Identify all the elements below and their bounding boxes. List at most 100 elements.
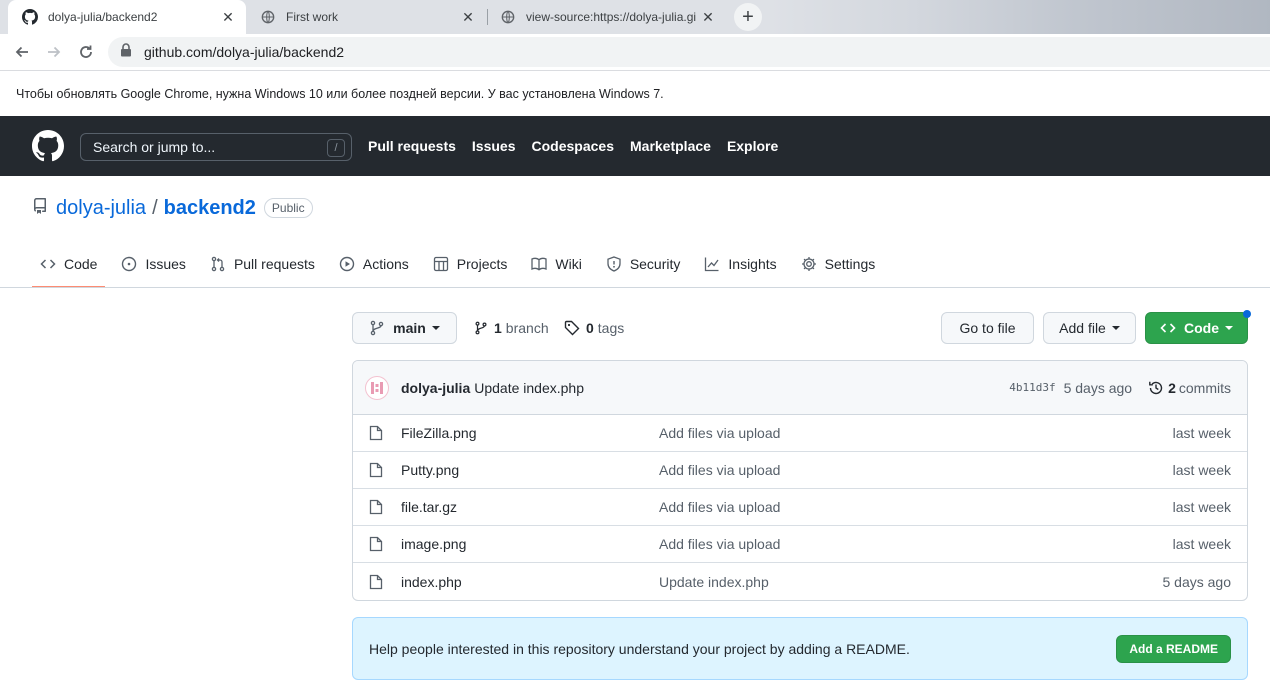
tab-security[interactable]: Security	[598, 240, 689, 288]
tags-link[interactable]: 0 tags	[564, 316, 624, 340]
graph-icon	[705, 257, 719, 272]
code-icon	[40, 259, 56, 269]
play-icon	[339, 256, 355, 272]
file-age: 5 days ago	[1162, 573, 1232, 590]
close-tab-icon[interactable]: ✕	[460, 9, 476, 25]
branch-label: branch	[505, 320, 549, 336]
add-file-button[interactable]: Add file	[1043, 312, 1136, 344]
tab-projects[interactable]: Projects	[425, 240, 516, 288]
file-row[interactable]: Putty.png Add files via upload last week	[353, 452, 1247, 489]
file-row[interactable]: FileZilla.png Add files via upload last …	[353, 415, 1247, 452]
notification-dot	[1243, 310, 1251, 318]
branch-count: 1	[494, 320, 502, 336]
tab-label: Issues	[145, 256, 186, 272]
address-bar[interactable]: github.com/dolya-julia/backend2	[108, 37, 1270, 67]
file-row[interactable]: file.tar.gz Add files via upload last we…	[353, 489, 1247, 526]
repo-tabs-divider	[0, 287, 1270, 288]
tab-insights[interactable]: Insights	[696, 240, 784, 288]
github-icon	[22, 9, 38, 25]
tab-code[interactable]: Code	[32, 240, 106, 288]
file-commit-message-link[interactable]: Add files via upload	[659, 499, 1173, 515]
tab-settings[interactable]: Settings	[793, 240, 884, 288]
global-nav: Pull requests Issues Codespaces Marketpl…	[368, 116, 794, 176]
new-tab-button[interactable]: +	[734, 3, 762, 31]
file-commit-message-link[interactable]: Add files via upload	[659, 536, 1173, 552]
commit-message-link[interactable]: Update index.php	[474, 380, 584, 396]
chevron-down-icon	[431, 326, 440, 330]
tab-pull-requests[interactable]: Pull requests	[202, 240, 323, 288]
file-name-link[interactable]: image.png	[401, 536, 659, 552]
file-age: last week	[1172, 462, 1231, 478]
browser-toolbar: github.com/dolya-julia/backend2	[0, 34, 1270, 71]
window-background	[770, 0, 1270, 34]
nav-issues[interactable]: Issues	[472, 138, 516, 154]
nav-marketplace[interactable]: Marketplace	[630, 138, 711, 154]
commit-sha-link[interactable]: 4b11d3f	[1009, 381, 1055, 394]
close-tab-icon[interactable]: ✕	[220, 9, 236, 25]
history-icon	[1149, 381, 1163, 394]
code-button-label: Code	[1184, 320, 1219, 336]
repo-owner-link[interactable]: dolya-julia	[56, 197, 146, 220]
file-commit-message-link[interactable]: Add files via upload	[659, 425, 1173, 441]
reload-icon[interactable]	[74, 40, 98, 64]
github-logo-icon[interactable]	[32, 130, 64, 162]
nav-explore[interactable]: Explore	[727, 138, 778, 154]
tag-label: tags	[597, 320, 625, 336]
file-row[interactable]: image.png Add files via upload last week	[353, 526, 1247, 563]
file-commit-message-link[interactable]: Update index.php	[659, 574, 1163, 590]
book-icon	[531, 257, 548, 271]
issue-icon	[122, 256, 137, 272]
tab-view-source[interactable]: view-source:https://dolya-julia.gi ✕	[486, 0, 726, 34]
repo-title: dolya-julia / backend2 Public	[32, 196, 313, 220]
shield-icon	[607, 256, 621, 272]
file-row[interactable]: index.php Update index.php 5 days ago	[353, 563, 1247, 600]
chevron-down-icon	[1225, 326, 1233, 330]
file-name-link[interactable]: FileZilla.png	[401, 425, 659, 441]
file-name-link[interactable]: file.tar.gz	[401, 499, 659, 515]
add-readme-button[interactable]: Add a README	[1116, 634, 1231, 663]
file-name-link[interactable]: index.php	[401, 574, 659, 590]
tag-count: 0	[586, 320, 594, 336]
nav-codespaces[interactable]: Codespaces	[532, 138, 614, 154]
tab-title: view-source:https://dolya-julia.gi	[526, 10, 697, 24]
add-file-label: Add file	[1059, 320, 1106, 336]
file-commit-message-link[interactable]: Add files via upload	[659, 462, 1173, 478]
tab-first-work[interactable]: First work ✕	[246, 0, 486, 34]
branch-select-button[interactable]: main	[352, 312, 457, 344]
readme-banner-text: Help people interested in this repositor…	[369, 640, 910, 657]
commit-age: 5 days ago	[1063, 379, 1133, 396]
code-icon	[1160, 323, 1176, 333]
commits-link[interactable]: 2 commits	[1148, 380, 1231, 396]
repo-tabs: Code Issues Pull requests Actions Projec…	[32, 240, 891, 288]
latest-commit-row: dolya-julia Update index.php 4b11d3f 5 d…	[353, 361, 1247, 415]
browser-tab-strip: dolya-julia/backend2 ✕ First work ✕ view…	[0, 0, 1270, 34]
readme-banner: Help people interested in this repositor…	[352, 617, 1248, 680]
infobar-text: Чтобы обновлять Google Chrome, нужна Win…	[16, 86, 664, 101]
branches-link[interactable]: 1 branch	[474, 316, 549, 340]
lock-icon[interactable]	[120, 42, 132, 62]
tab-issues[interactable]: Issues	[113, 240, 193, 288]
repo-name-link[interactable]: backend2	[164, 197, 256, 220]
tab-label: Pull requests	[233, 256, 315, 272]
tab-actions[interactable]: Actions	[331, 240, 417, 288]
tab-wiki[interactable]: Wiki	[523, 240, 589, 288]
search-input[interactable]: Search or jump to... /	[80, 133, 352, 161]
commit-author-link[interactable]: dolya-julia	[401, 380, 470, 396]
forward-icon[interactable]	[42, 40, 66, 64]
branch-icon	[475, 321, 487, 335]
file-name-link[interactable]: Putty.png	[401, 462, 659, 478]
github-header: Search or jump to... / Pull requests Iss…	[0, 116, 1270, 176]
go-to-file-button[interactable]: Go to file	[941, 312, 1034, 344]
file-icon	[369, 574, 385, 590]
tab-label: Projects	[456, 256, 508, 272]
nav-pull-requests[interactable]: Pull requests	[368, 138, 456, 154]
tab-title: dolya-julia/backend2	[48, 10, 158, 24]
repo-icon	[32, 197, 48, 220]
tab-dolya-julia-backend2[interactable]: dolya-julia/backend2 ✕	[8, 0, 246, 34]
table-icon	[433, 256, 448, 272]
avatar[interactable]	[365, 375, 389, 400]
back-icon[interactable]	[10, 40, 34, 64]
repo-path-separator: /	[152, 196, 158, 219]
close-tab-icon[interactable]: ✕	[700, 9, 716, 25]
code-dropdown-button[interactable]: Code	[1145, 312, 1248, 344]
